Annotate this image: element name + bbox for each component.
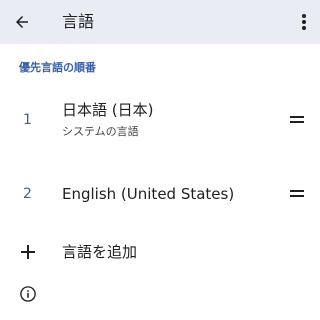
info-icon-svg [20, 286, 36, 302]
app-bar: 言語 [0, 0, 320, 44]
plus-icon [20, 244, 36, 260]
add-language-button[interactable]: 言語を追加 [0, 236, 320, 268]
more-vert-icon [302, 14, 306, 30]
language-item[interactable]: 1 日本語 (日本) システムの言語 [0, 92, 320, 148]
drag-handle-icon[interactable] [290, 114, 306, 126]
arrow-back-icon [16, 16, 28, 28]
language-item[interactable]: 2 English (United States) [0, 172, 320, 216]
section-header: 優先言語の順番 [19, 61, 96, 74]
language-subtitle: システムの言語 [62, 125, 139, 138]
more-options-button[interactable] [294, 10, 314, 34]
drag-handle-icon[interactable] [290, 188, 306, 200]
language-index: 1 [23, 112, 32, 128]
add-language-label: 言語を追加 [62, 243, 138, 261]
language-index: 2 [23, 186, 32, 202]
language-name: English (United States) [62, 185, 235, 203]
back-button[interactable] [10, 10, 34, 34]
language-name: 日本語 (日本) [62, 101, 154, 119]
page-title: 言語 [62, 12, 95, 31]
info-icon[interactable] [19, 285, 37, 303]
